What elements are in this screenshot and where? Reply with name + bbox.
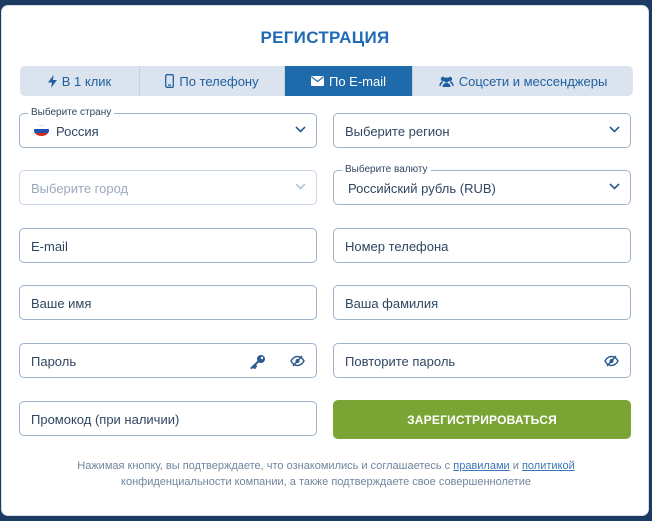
first-name-placeholder: Ваше имя [31,296,92,311]
phone-placeholder: Номер телефона [345,239,449,254]
rules-link[interactable]: правилами [453,460,509,472]
promo-code-field[interactable]: Промокод (при наличии) [19,401,317,436]
registration-tabs: В 1 клик По телефону По E-mail Соцсети и… [20,66,633,96]
russia-flag-icon [34,125,49,136]
country-legend: Выберите страну [28,107,115,119]
register-button[interactable]: ЗАРЕГИСТРИРОВАТЬСЯ [333,400,631,439]
region-value: Выберите регион [345,124,450,139]
tab-social[interactable]: Соцсети и мессенджеры [413,66,633,96]
email-field[interactable]: E-mail [19,228,317,263]
eye-slash-icon[interactable] [604,355,619,367]
password-repeat-field[interactable]: Повторите пароль [333,343,631,378]
tab-label: По E-mail [328,73,387,89]
tab-label: В 1 клик [61,73,112,89]
currency-legend: Выберите валюту [342,164,431,176]
currency-select[interactable]: Выберите валюту Российский рубль (RUB) [333,164,631,205]
lightning-icon [47,74,57,88]
phone-icon [165,74,175,88]
password-placeholder: Пароль [31,354,77,369]
terms-suffix: конфиденциальности компании, а также под… [121,476,531,488]
tab-one-click[interactable]: В 1 клик [20,66,140,96]
country-value: Россия [56,124,99,139]
key-icon[interactable] [250,354,266,369]
city-select[interactable]: Выберите город [19,170,317,205]
city-value: Выберите город [31,181,129,196]
first-name-field[interactable]: Ваше имя [19,285,317,320]
modal-title: РЕГИСТРАЦИЯ [260,28,390,47]
tab-phone[interactable]: По телефону [140,66,285,96]
terms-and: и [509,460,522,472]
chevron-down-icon [609,183,620,190]
chevron-down-icon [295,183,306,190]
tab-email[interactable]: По E-mail [285,66,413,96]
password-field[interactable]: Пароль [19,343,317,378]
eye-slash-icon[interactable] [290,355,305,367]
chevron-down-icon [609,126,620,133]
password-repeat-placeholder: Повторите пароль [345,354,456,369]
last-name-field[interactable]: Ваша фамилия [333,285,631,320]
policy-link[interactable]: политикой [522,460,575,472]
chevron-down-icon [295,126,306,133]
country-select[interactable]: Выберите страну Россия [19,107,317,148]
promo-placeholder: Промокод (при наличии) [31,412,180,427]
email-placeholder: E-mail [31,239,68,254]
terms-text: Нажимая кнопку, вы подтверждаете, что оз… [40,458,612,490]
last-name-placeholder: Ваша фамилия [345,296,439,311]
envelope-icon [310,76,324,86]
region-select[interactable]: Выберите регион [333,113,631,148]
tab-label: По телефону [179,73,259,89]
currency-value: Российский рубль (RUB) [348,181,496,196]
terms-prefix: Нажимая кнопку, вы подтверждаете, что оз… [77,460,454,472]
users-icon [439,76,454,87]
phone-field[interactable]: Номер телефона [333,228,631,263]
tab-label: Соцсети и мессенджеры [458,73,608,89]
